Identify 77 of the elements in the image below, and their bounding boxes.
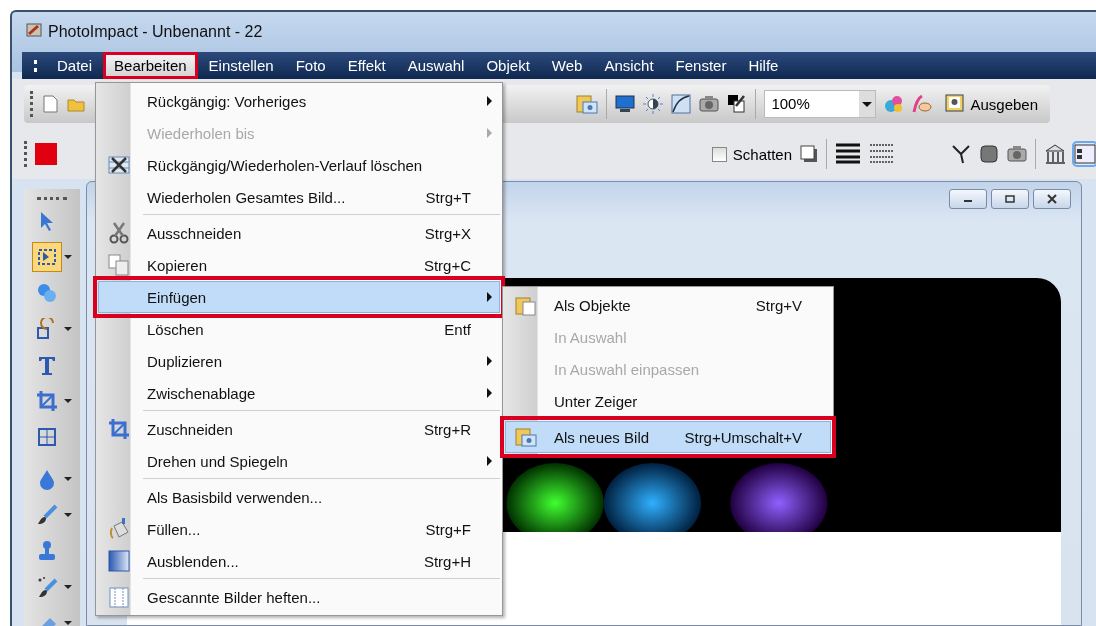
menu-item[interactable]: Hilfe — [737, 52, 790, 79]
tool-dropdown-caret-icon[interactable] — [64, 477, 72, 481]
menu-item[interactable]: Zwischenablage — [98, 377, 500, 409]
menu-item[interactable]: Füllen... Strg+F — [98, 513, 500, 545]
toolbar-grip[interactable] — [30, 91, 33, 117]
menu-item[interactable]: Wiederholen Gesamtes Bild... Strg+T — [98, 181, 500, 213]
toolbar-grip[interactable] — [37, 197, 67, 200]
menu-item[interactable]: Web — [540, 52, 594, 79]
window-title: PhotoImpact - Unbenannt - 22 — [48, 23, 263, 41]
menu-item[interactable]: Als Objekte Strg+V — [505, 289, 831, 321]
line-style-icon[interactable] — [835, 141, 861, 167]
eyedropper-icon[interactable] — [727, 94, 748, 114]
branch-pointer-icon[interactable] — [951, 144, 971, 164]
selection-icon[interactable] — [32, 242, 62, 272]
minimize-button[interactable] — [949, 189, 987, 209]
menu-item[interactable]: Bearbeiten — [103, 52, 198, 79]
shadow-square-icon[interactable] — [800, 145, 818, 163]
close-button[interactable] — [1033, 189, 1071, 209]
menu-item[interactable]: Kopieren Strg+C — [98, 249, 500, 281]
menu-item[interactable]: Ausschneiden Strg+X — [98, 217, 500, 249]
camera-icon[interactable] — [699, 94, 720, 114]
brightness-icon[interactable] — [643, 94, 664, 114]
tool-dropdown-caret-icon[interactable] — [64, 621, 72, 625]
menu-item[interactable]: Ausblenden... Strg+H — [98, 545, 500, 577]
output-button[interactable]: Ausgeben — [940, 91, 1042, 117]
building-icon[interactable] — [1044, 143, 1066, 165]
menu-item[interactable]: Auswahl — [396, 52, 476, 79]
color-swatch-icon[interactable] — [35, 143, 57, 165]
layout-icon[interactable] — [1074, 143, 1096, 165]
menu-item[interactable]: Fenster — [664, 52, 738, 79]
camera-icon[interactable] — [1007, 144, 1027, 164]
clipboard-icon — [515, 294, 537, 316]
menu-item[interactable]: Einstellen — [197, 52, 285, 79]
menu-item[interactable]: Löschen Entf — [98, 313, 500, 345]
maximize-button[interactable] — [991, 189, 1029, 209]
clipboard-image-icon — [515, 426, 537, 448]
rounded-square-icon[interactable] — [979, 144, 999, 164]
monitor-icon[interactable] — [615, 94, 636, 114]
gradient-square-icon — [108, 550, 130, 572]
menu-item[interactable]: Effekt — [336, 52, 397, 79]
tool-dropdown-caret-icon[interactable] — [64, 255, 72, 259]
scanned-sheet-icon — [108, 586, 130, 608]
new-document-icon[interactable] — [41, 95, 59, 113]
tool-dropdown-caret-icon[interactable] — [64, 513, 72, 517]
shadow-checkbox[interactable]: Schatten — [711, 145, 792, 163]
tool-dropdown-caret-icon[interactable] — [64, 327, 72, 331]
menu-item[interactable]: Duplizieren — [98, 345, 500, 377]
curve-icon[interactable] — [671, 94, 692, 114]
menu-item[interactable]: Ansicht — [593, 52, 665, 79]
menu-item[interactable]: Datei — [46, 52, 104, 79]
minimize-icon — [963, 200, 973, 202]
brush-hand-icon[interactable] — [912, 94, 933, 114]
scissors-icon — [108, 222, 130, 244]
fill-bucket-icon — [108, 518, 130, 540]
clear-history-icon — [108, 154, 130, 176]
close-icon — [1047, 194, 1057, 204]
toolbar-grip[interactable] — [24, 141, 27, 167]
menu-item[interactable]: Rückgängig/Wiederholen-Verlauf löschen — [98, 149, 500, 181]
copy-icon — [108, 254, 130, 276]
maximize-icon — [1005, 195, 1015, 203]
menu-item[interactable]: Rückgängig: Vorheriges — [98, 85, 500, 117]
tool-dropdown-caret-icon[interactable] — [64, 399, 72, 403]
clipboard-image-icon[interactable] — [576, 93, 599, 115]
tool-dropdown-caret-icon[interactable] — [64, 585, 72, 589]
menubar-grip[interactable] — [34, 59, 40, 72]
zoom-dropdown[interactable]: 100% — [764, 90, 877, 118]
crop-icon — [108, 418, 130, 440]
menu-item[interactable]: Unter Zeiger — [505, 385, 831, 417]
app-icon — [26, 22, 42, 38]
menu-item[interactable]: Drehen und Spiegeln — [98, 445, 500, 477]
portrait-icon — [944, 94, 965, 114]
menu-item[interactable]: Objekt — [475, 52, 541, 79]
menu-item[interactable]: Gescannte Bilder heften... — [98, 581, 500, 613]
color-balls-icon[interactable] — [884, 94, 905, 114]
menu-item[interactable]: Als Basisbild verwenden... — [98, 481, 500, 513]
menu-item[interactable]: Foto — [284, 52, 337, 79]
menu-item[interactable]: Zuschneiden Strg+R — [98, 413, 500, 445]
